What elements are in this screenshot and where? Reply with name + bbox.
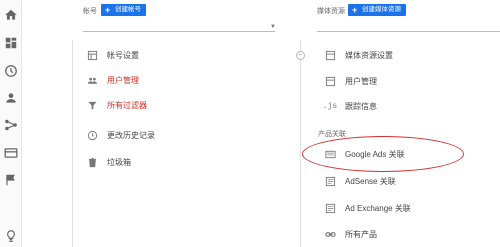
menu-item-label: AdSense 关联 [345, 176, 396, 186]
menu-item-user-management[interactable]: 用户管理 [80, 69, 139, 91]
share-icon[interactable] [4, 118, 18, 132]
menu-item-all-filters[interactable]: 所有过滤器 [80, 94, 147, 116]
menu-item-adsense-linking[interactable]: AdSense 关联 [318, 170, 396, 192]
menu-item-label: 帐号设置 [107, 50, 139, 60]
js-icon: .js [322, 101, 338, 111]
chevron-down-icon[interactable]: ▼ [270, 24, 276, 30]
menu-item-label: 用户管理 [345, 76, 377, 86]
card-icon[interactable] [4, 146, 18, 160]
link-icon [323, 227, 337, 241]
menu-item-label: 垃圾箱 [107, 157, 131, 167]
lightbulb-icon[interactable] [4, 229, 18, 243]
menu-item-change-history[interactable]: 更改历史记录 [80, 124, 155, 146]
create-property-button[interactable]: + 创建媒体资源 [348, 4, 406, 16]
adsense-icon [323, 174, 337, 188]
create-account-button[interactable]: + 创建帐号 [101, 4, 146, 16]
menu-item-property-settings[interactable]: 媒体资源设置 [318, 44, 393, 66]
menu-item-label: 媒体资源设置 [345, 50, 393, 60]
create-property-label: 创建媒体资源 [362, 6, 401, 13]
plus-icon: + [105, 5, 111, 15]
column-divider [300, 40, 301, 247]
property-label: 媒体资源 [317, 8, 345, 15]
nav-rail [0, 0, 22, 247]
people-icon [323, 74, 337, 88]
square-icon [85, 48, 99, 62]
menu-item-label: Ad Exchange 关联 [345, 203, 411, 213]
menu-item-label: 用户管理 [107, 75, 139, 85]
dashboard-icon[interactable] [4, 36, 18, 50]
property-selector[interactable] [317, 31, 500, 32]
flag-icon[interactable] [4, 173, 18, 187]
column-divider [72, 40, 73, 247]
history-icon [85, 128, 99, 142]
person-icon[interactable] [4, 91, 18, 105]
account-label: 帐号 [83, 8, 97, 15]
account-menu: 帐号设置 用户管理 所有过滤器 更改历史记录 垃圾箱 [80, 44, 290, 247]
menu-item-account-settings[interactable]: 帐号设置 [80, 44, 139, 66]
home-icon[interactable] [4, 8, 18, 22]
menu-item-adexchange-linking[interactable]: Ad Exchange 关联 [318, 197, 411, 219]
create-account-label: 创建帐号 [115, 6, 141, 13]
menu-item-trash[interactable]: 垃圾箱 [80, 151, 131, 173]
plus-icon: + [352, 5, 358, 15]
square-icon [323, 48, 337, 62]
menu-item-label: 更改历史记录 [107, 130, 155, 140]
menu-item-label: 所有过滤器 [107, 100, 147, 110]
clock-icon[interactable] [4, 64, 18, 78]
account-selector[interactable] [83, 31, 275, 32]
menu-item-label: 跟踪信息 [345, 101, 377, 111]
adexchange-icon [323, 201, 337, 215]
trash-icon [85, 155, 99, 169]
people-icon [85, 73, 99, 87]
menu-item-all-products[interactable]: 所有产品 [318, 223, 377, 245]
annotation-ellipse [302, 136, 464, 172]
menu-item-property-user-management[interactable]: 用户管理 [318, 70, 377, 92]
menu-item-tracking-info[interactable]: .js 跟踪信息 [318, 95, 377, 117]
link-icon: ⇔ [296, 51, 305, 60]
menu-item-label: 所有产品 [345, 229, 377, 239]
filter-icon [85, 98, 99, 112]
